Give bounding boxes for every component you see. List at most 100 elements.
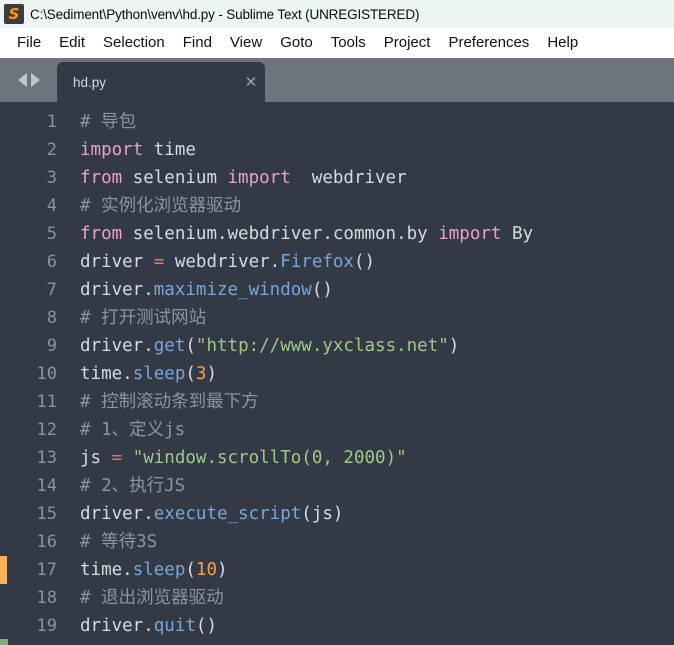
token-keyword: import <box>80 140 144 160</box>
bottom-gutter-marker <box>0 639 8 645</box>
token-punct: ) <box>448 336 460 356</box>
tab-bar: hd.py ✕ <box>0 58 674 102</box>
gutter-marker <box>0 556 7 584</box>
line-number: 11 <box>36 392 57 412</box>
code-text: # 退出浏览器驱动 <box>57 584 224 612</box>
code-line[interactable]: 16 # 等待3S <box>0 528 674 556</box>
token-comment: # 导包 <box>80 112 137 132</box>
token-func: sleep <box>132 364 186 384</box>
code-line[interactable]: 14 # 2、执行JS <box>0 472 674 500</box>
code-text: driver.get("http://www.yxclass.net") <box>57 332 459 360</box>
menu-item-file[interactable]: File <box>8 28 50 58</box>
token-plain: selenium <box>122 168 228 188</box>
tab-prev-arrow-icon[interactable] <box>17 73 27 87</box>
line-number: 1 <box>46 112 57 132</box>
token-plain: driver. <box>80 504 154 524</box>
line-number: 19 <box>36 616 57 636</box>
line-number: 2 <box>46 140 57 160</box>
code-line[interactable]: 1 # 导包 <box>0 108 674 136</box>
menu-item-preferences[interactable]: Preferences <box>439 28 538 58</box>
token-string: "window.scrollTo(0, 2000)" <box>132 448 407 468</box>
token-plain: driver. <box>80 336 154 356</box>
menu-item-help[interactable]: Help <box>538 28 587 58</box>
line-number: 6 <box>46 252 57 272</box>
sublime-text-logo-icon: S <box>4 4 24 24</box>
token-keyword: import <box>438 224 502 244</box>
line-number: 16 <box>36 532 57 552</box>
line-number: 12 <box>36 420 57 440</box>
code-line[interactable]: 4 # 实例化浏览器驱动 <box>0 192 674 220</box>
code-line[interactable]: 8 # 打开测试网站 <box>0 304 674 332</box>
code-text: driver.maximize_window() <box>57 276 333 304</box>
code-line[interactable]: 17 time.sleep(10) <box>0 556 674 584</box>
token-plain: selenium.webdriver.common.by <box>122 224 439 244</box>
code-text: # 控制滚动条到最下方 <box>57 388 259 416</box>
token-keyword: import <box>227 168 291 188</box>
token-func: maximize_window <box>153 280 312 300</box>
token-punct: ) <box>217 560 228 580</box>
code-line[interactable]: 3 from selenium import webdriver <box>0 164 674 192</box>
token-func: quit <box>153 616 196 636</box>
token-comment: # 控制滚动条到最下方 <box>80 392 259 412</box>
code-text: # 实例化浏览器驱动 <box>57 192 241 220</box>
tab-close-icon[interactable]: ✕ <box>237 62 265 102</box>
line-number: 10 <box>36 364 57 384</box>
code-line[interactable]: 9 driver.get("http://www.yxclass.net") <box>0 332 674 360</box>
code-line[interactable]: 7 driver.maximize_window() <box>0 276 674 304</box>
tab-hd-py[interactable]: hd.py ✕ <box>57 62 265 102</box>
menu-item-edit[interactable]: Edit <box>50 28 94 58</box>
code-line[interactable]: 5 from selenium.webdriver.common.by impor… <box>0 220 674 248</box>
menu-item-project[interactable]: Project <box>375 28 440 58</box>
menu-item-find[interactable]: Find <box>174 28 221 58</box>
code-line[interactable]: 13 js = "window.scrollTo(0, 2000)" <box>0 444 674 472</box>
code-line[interactable]: 12 # 1、定义js <box>0 416 674 444</box>
tab-label: hd.py <box>73 74 107 90</box>
code-line[interactable]: 18 # 退出浏览器驱动 <box>0 584 674 612</box>
token-punct: () <box>195 616 217 636</box>
code-text: # 导包 <box>57 108 136 136</box>
line-number: 5 <box>46 224 57 244</box>
tab-nav-arrows <box>0 58 57 102</box>
token-plain: By <box>501 224 534 244</box>
token-punct: () <box>311 280 333 300</box>
line-number: 8 <box>46 308 57 328</box>
token-punct: () <box>353 252 376 272</box>
code-editor[interactable]: 1 # 导包 2 import time 3 from selenium import w… <box>0 102 674 645</box>
menu-item-tools[interactable]: Tools <box>322 28 375 58</box>
sublime-text-window: S C:\Sediment\Python\venv\hd.py - Sublim… <box>0 0 674 645</box>
menu-item-selection[interactable]: Selection <box>94 28 174 58</box>
menu-bar: File Edit Selection Find View Goto Tools Projec… <box>0 28 674 58</box>
code-text: driver.execute_script(js) <box>57 500 343 528</box>
logo-glyph: S <box>8 5 20 23</box>
window-title: C:\Sediment\Python\venv\hd.py - Sublime … <box>30 6 420 22</box>
menu-item-view[interactable]: View <box>221 28 271 58</box>
token-punct: ( <box>185 560 196 580</box>
token-func: Firefox <box>280 252 354 272</box>
token-plain: js <box>311 504 333 524</box>
code-line[interactable]: 2 import time <box>0 136 674 164</box>
token-keyword: from <box>80 168 123 188</box>
code-line[interactable]: 15 driver.execute_script(js) <box>0 500 674 528</box>
token-keyword: from <box>80 224 123 244</box>
token-punct: ( <box>185 336 196 356</box>
line-number: 3 <box>46 168 57 188</box>
code-text: # 等待3S <box>57 528 157 556</box>
code-line[interactable]: 11 # 控制滚动条到最下方 <box>0 388 674 416</box>
code-line[interactable]: 6 driver = webdriver.Firefox() <box>0 248 674 276</box>
line-number: 17 <box>36 560 57 580</box>
code-line[interactable]: 10 time.sleep(3) <box>0 360 674 388</box>
token-punct: ) <box>332 504 344 524</box>
token-comment: # 实例化浏览器驱动 <box>80 196 242 216</box>
token-plain: driver <box>80 252 154 272</box>
token-plain: time. <box>80 364 133 384</box>
code-line[interactable]: 19 driver.quit() <box>0 612 674 640</box>
token-number: 3 <box>195 364 207 384</box>
token-comment: # 2、执行JS <box>80 476 186 496</box>
menu-item-goto[interactable]: Goto <box>271 28 322 58</box>
code-text: time.sleep(10) <box>57 556 228 584</box>
token-plain: time. <box>80 560 133 580</box>
tab-next-arrow-icon[interactable] <box>30 73 40 87</box>
token-number: 10 <box>195 560 217 580</box>
code-text: from selenium.webdriver.common.by import… <box>57 220 533 248</box>
token-plain: webdriver <box>290 168 407 188</box>
